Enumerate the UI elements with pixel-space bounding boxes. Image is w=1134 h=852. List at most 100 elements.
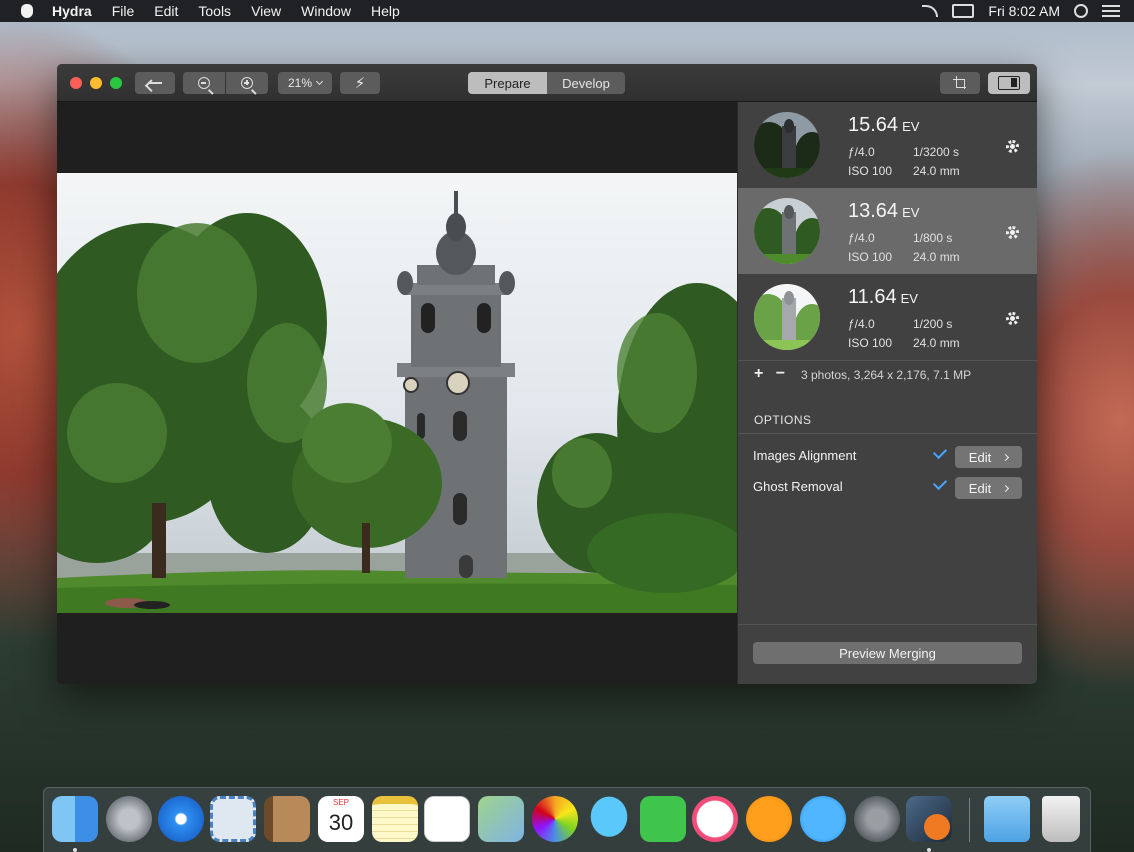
zoom-out-icon: [198, 77, 210, 89]
menu-app-name[interactable]: Hydra: [52, 3, 92, 19]
calendar-icon[interactable]: SEP 30: [318, 796, 364, 842]
bracket-thumbnail: [754, 284, 820, 350]
images-alignment-checkmark-icon[interactable]: [932, 444, 948, 460]
safari-icon[interactable]: [158, 796, 204, 842]
messages-icon[interactable]: [586, 796, 632, 842]
dock: SEP 30: [43, 787, 1091, 852]
notes-icon[interactable]: [372, 796, 418, 842]
bracket-shutter: 1/200 s: [913, 317, 953, 331]
belfry-photo-illustration: [57, 191, 737, 613]
zoom-in-icon: [241, 77, 253, 89]
sidebar-icon: [998, 76, 1020, 90]
images-alignment-edit-button[interactable]: Edit: [955, 446, 1022, 468]
menu-view[interactable]: View: [251, 3, 281, 19]
airplay-display-icon[interactable]: [952, 4, 975, 18]
lightning-icon: ⚡︎: [354, 75, 366, 92]
menu-tools[interactable]: Tools: [198, 3, 231, 19]
wifi-icon[interactable]: [922, 5, 939, 17]
bracket-focal-length: 24.0 mm: [913, 250, 960, 264]
close-window-button[interactable]: [70, 77, 82, 89]
chevron-right-icon: [1002, 484, 1010, 492]
menu-clock[interactable]: Fri 8:02 AM: [988, 3, 1060, 19]
hydra-orange-lens: [924, 814, 950, 840]
photos-summary: 3 photos, 3,264 x 2,176, 7.1 MP: [801, 368, 972, 382]
image-canvas[interactable]: [57, 102, 737, 684]
chevron-down-icon: [315, 77, 324, 86]
crop-button[interactable]: [940, 72, 980, 94]
preview-merging-button[interactable]: Preview Merging: [753, 642, 1022, 664]
tab-develop[interactable]: Develop: [547, 72, 625, 94]
notification-center-icon[interactable]: [1102, 5, 1120, 17]
minimize-window-button[interactable]: [90, 77, 102, 89]
trash-icon[interactable]: [1042, 796, 1080, 842]
menu-window[interactable]: Window: [301, 3, 351, 19]
contacts-icon[interactable]: [264, 796, 310, 842]
bracket-shutter: 1/800 s: [913, 231, 953, 245]
gear-icon[interactable]: [1006, 312, 1019, 325]
hydra-icon[interactable]: [906, 796, 952, 842]
menu-help[interactable]: Help: [371, 3, 400, 19]
running-indicator: [73, 848, 77, 852]
apple-menu-icon[interactable]: [18, 2, 36, 20]
inspector-panel: 15.64 EV ƒ/4.0 1/3200 s ISO 100 24.0 mm 1…: [737, 102, 1037, 684]
bracket-ev: 11.64 EV: [848, 286, 918, 308]
mail-icon[interactable]: [210, 796, 256, 842]
remove-photo-button[interactable]: −: [776, 365, 785, 382]
system-preferences-icon[interactable]: [854, 796, 900, 842]
zoom-level-value: 21%: [287, 76, 313, 90]
divider: [738, 433, 1037, 434]
window-toolbar: 21% ⚡︎ Prepare Develop: [57, 64, 1037, 102]
zoom-level-select[interactable]: 21%: [278, 72, 332, 94]
menu-bar: Hydra File Edit Tools View Window Help F…: [0, 0, 1134, 22]
facetime-icon[interactable]: [640, 796, 686, 842]
app-store-icon[interactable]: [800, 796, 846, 842]
bracket-focal-length: 24.0 mm: [913, 164, 960, 178]
bracket-thumbnail: [754, 112, 820, 178]
crop-icon: [953, 76, 967, 90]
itunes-icon[interactable]: [692, 796, 738, 842]
finder-icon[interactable]: [52, 796, 98, 842]
zoom-out-button[interactable]: [183, 72, 225, 94]
maps-icon[interactable]: [478, 796, 524, 842]
options-heading: OPTIONS: [754, 413, 812, 427]
back-button[interactable]: [135, 72, 175, 94]
spotlight-search-icon[interactable]: [1074, 4, 1088, 18]
ghost-removal-edit-button[interactable]: Edit: [955, 477, 1022, 499]
tab-prepare[interactable]: Prepare: [468, 72, 547, 94]
running-indicator: [927, 848, 931, 852]
ghost-removal-checkmark-icon[interactable]: [932, 475, 948, 491]
auto-enhance-button[interactable]: ⚡︎: [340, 72, 380, 94]
zoom-in-button[interactable]: [226, 72, 268, 94]
bracket-aperture: ƒ/4.0: [848, 231, 875, 245]
hydra-window: 21% ⚡︎ Prepare Develop 15.64 EV ƒ/4.0 1/…: [57, 64, 1037, 684]
menu-file[interactable]: File: [112, 3, 135, 19]
reminders-icon[interactable]: [424, 796, 470, 842]
toggle-sidebar-button[interactable]: [988, 72, 1030, 94]
dock-separator: [969, 798, 970, 842]
photos-icon[interactable]: [532, 796, 578, 842]
option-images-alignment-label: Images Alignment: [753, 448, 857, 463]
ibooks-icon[interactable]: [746, 796, 792, 842]
bracket-aperture: ƒ/4.0: [848, 317, 875, 331]
bracket-iso: ISO 100: [848, 336, 893, 350]
bracket-item-selected[interactable]: 13.64 EV ƒ/4.0 1/800 s ISO 100 24.0 mm: [738, 188, 1037, 274]
bracket-iso: ISO 100: [848, 250, 893, 264]
downloads-folder-icon[interactable]: [984, 796, 1030, 842]
gear-icon[interactable]: [1006, 140, 1019, 153]
bracket-iso: ISO 100: [848, 164, 893, 178]
bracket-item[interactable]: 15.64 EV ƒ/4.0 1/3200 s ISO 100 24.0 mm: [738, 102, 1037, 188]
bracket-focal-length: 24.0 mm: [913, 336, 960, 350]
menu-edit[interactable]: Edit: [154, 3, 178, 19]
bracket-aperture: ƒ/4.0: [848, 145, 875, 159]
add-photo-button[interactable]: +: [754, 365, 763, 382]
option-ghost-removal-label: Ghost Removal: [753, 479, 843, 494]
bracket-item[interactable]: 11.64 EV ƒ/4.0 1/200 s ISO 100 24.0 mm: [738, 274, 1037, 360]
launchpad-icon[interactable]: [106, 796, 152, 842]
preview-photo: [57, 173, 737, 613]
gear-icon[interactable]: [1006, 226, 1019, 239]
chevron-right-icon: [1002, 453, 1010, 461]
divider: [738, 360, 1037, 361]
bracket-shutter: 1/3200 s: [913, 145, 960, 159]
bracket-ev: 15.64 EV: [848, 114, 920, 136]
zoom-window-button[interactable]: [110, 77, 122, 89]
